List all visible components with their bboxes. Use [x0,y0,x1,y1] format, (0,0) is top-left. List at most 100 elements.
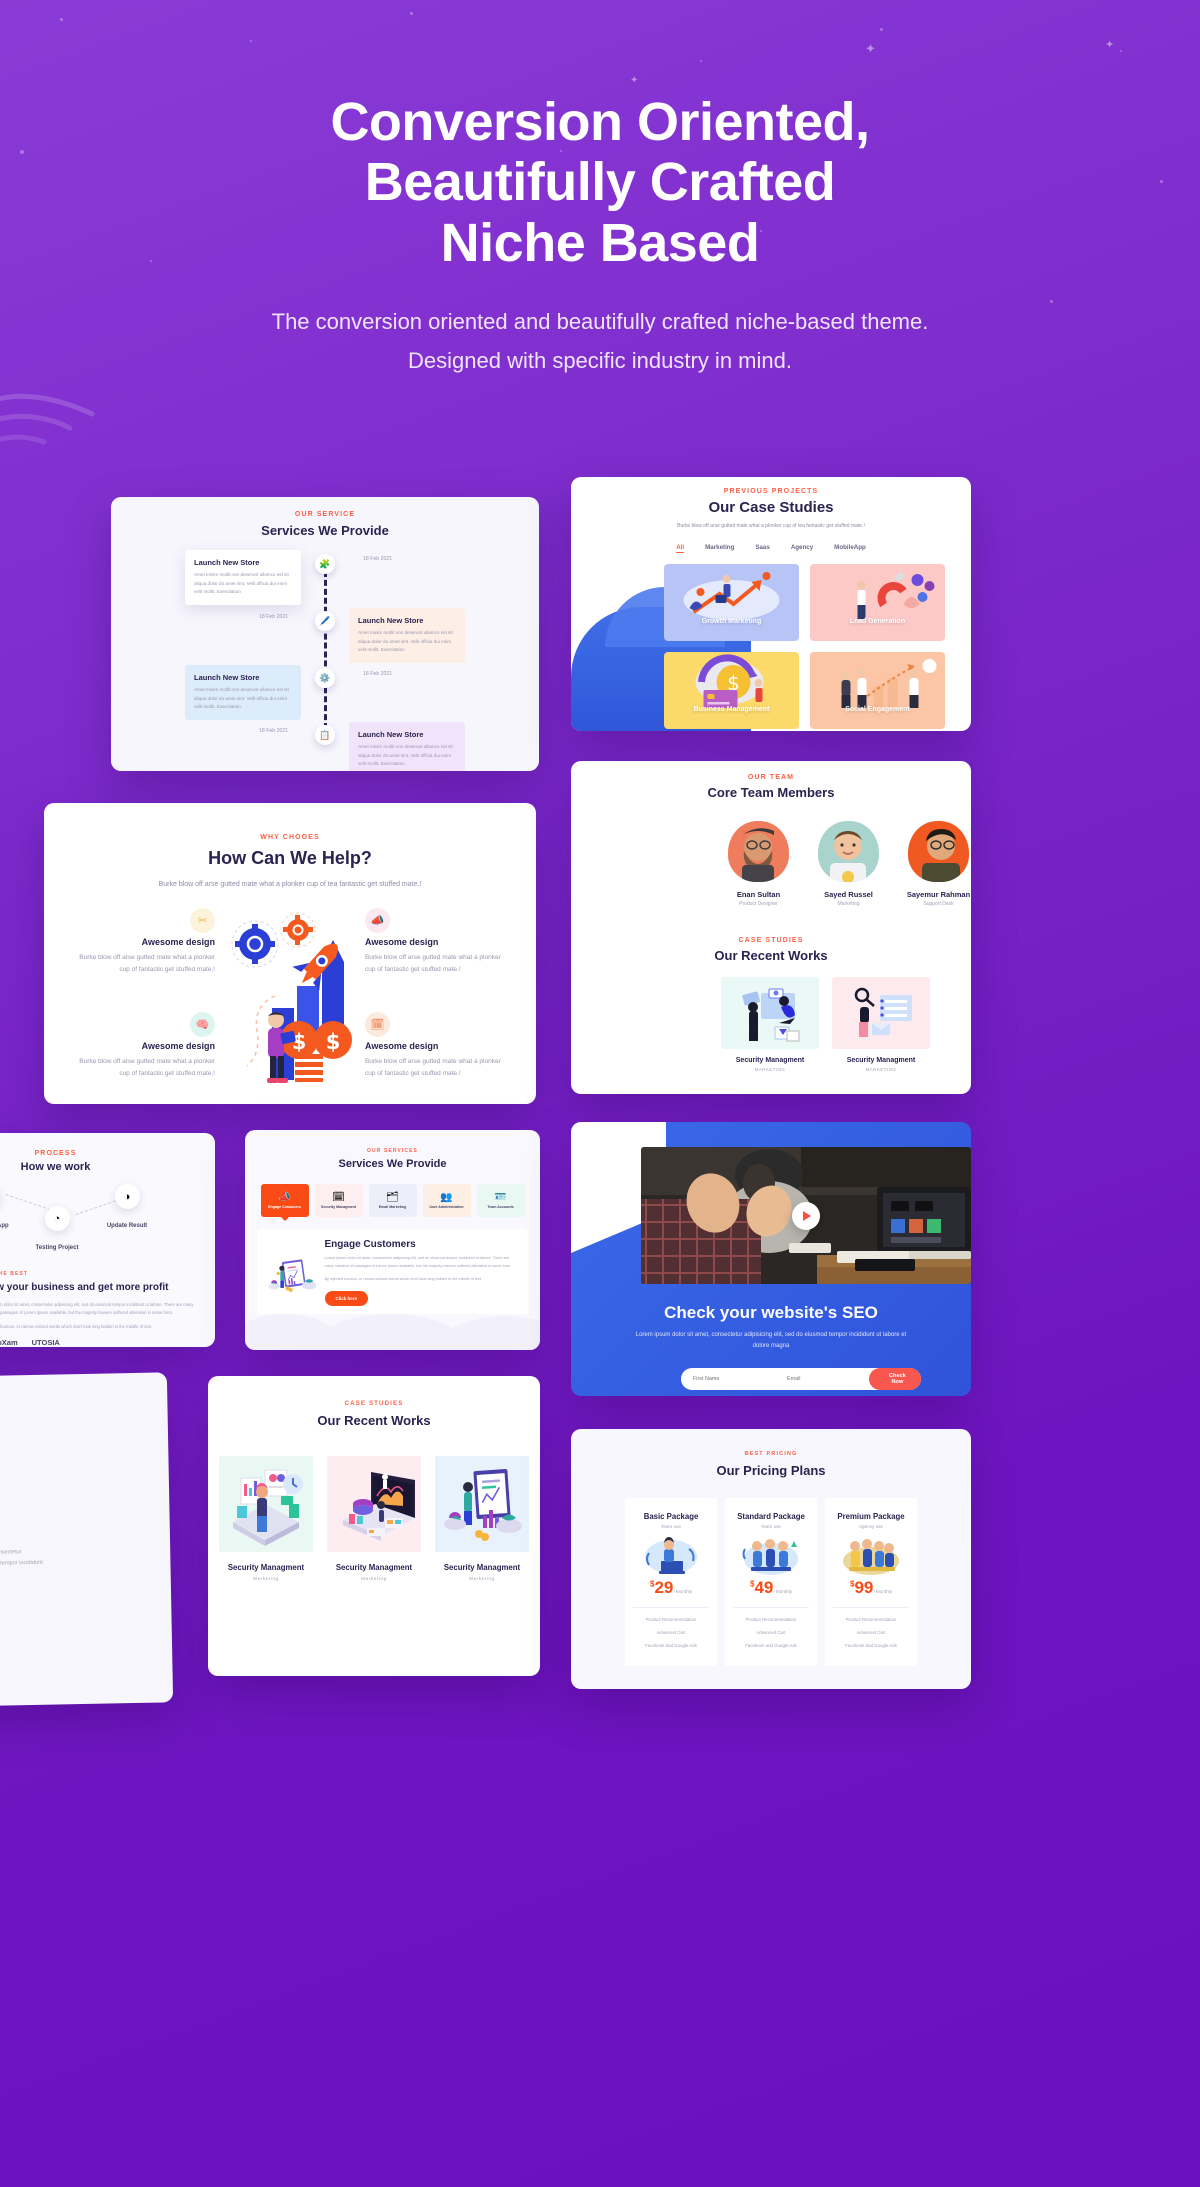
plan-feature: Facebook and Google Ads [645,1643,697,1648]
work-item[interactable]: Security Managment MARKETING [832,977,930,1072]
case-study-tile[interactable]: Lead Generation [810,563,945,641]
feature-heading: Awesome design [141,937,215,948]
lead-generation-illustration [857,571,935,619]
work-name: Security Managment [735,1057,805,1064]
team-works-row: Security Managment MARKETING Security Ma… [721,977,971,1072]
pricing-plan-premium[interactable]: Premium Package Agency use $99/ Monthly … [825,1498,917,1666]
plan-price: $49/ Monthly [733,1578,809,1598]
how-help-grid: ✂ Awesome design Burke blow off arse gut… [44,908,536,1084]
tab-team-accounts[interactable]: 🪪 Team Accounts [476,1184,525,1217]
feature-item[interactable]: 🧠 Awesome design Burke blow off arse gut… [75,1012,215,1080]
filter-saas[interactable]: Saas [755,544,769,553]
filter-marketing[interactable]: Marketing [705,544,734,553]
avatar [818,821,879,882]
click-here-button[interactable]: Click here [324,1290,369,1306]
team-member[interactable]: Sayemur Rahman Support Desk [906,821,971,907]
case-study-tile[interactable]: $ Business Management [664,651,799,729]
tab-email-marketing[interactable]: 🗂 Email Marketing [368,1184,417,1217]
tab-engage-customers[interactable]: 📣 Engage Customers [260,1184,309,1221]
timeline-item-heading: Launch New Store [194,558,260,567]
recent-work-item[interactable]: Security Managment Marketing [219,1456,313,1581]
how-help-right-column: 📣 Awesome design Burke blow off arse gut… [365,908,506,1083]
services-tab-list[interactable]: 📣 Engage Customers 🗓 Security Managment … [245,1184,540,1221]
timeline-item-date: 18 Feb 2021 [363,556,393,562]
recent-works-card[interactable]: CASE STUDIES Our Recent Works Security M… [208,1376,540,1676]
timeline-item[interactable]: Launch New Store Amet minim mollit non d… [185,665,301,721]
seo-subtitle: Lorem ipsum dolor sit amet, consectetur … [635,1332,907,1350]
case-study-tile[interactable]: Social Engagement [810,651,945,729]
gear-icon: ⚙️ [315,668,335,688]
recent-work-thumbnail [327,1456,421,1552]
web-dev-item[interactable]: Web Development Lorem ipsum dolor sit am… [0,1489,171,1582]
team-member-role: Product Designer [739,901,778,907]
web-development-card[interactable]: S Web Development Lorem ipsum dolor sit … [0,1372,174,1708]
feature-item[interactable]: 🗓 Awesome design Burke blow off arse gut… [365,1012,505,1080]
pricing-card[interactable]: BEST PRICING Our Pricing Plans Basic Pac… [571,1429,971,1689]
filter-mobileapp[interactable]: MobileApp [834,544,866,553]
video-thumbnail[interactable] [641,1147,971,1284]
plan-features: Product Recommendation Advanced Cart Fac… [733,1607,809,1648]
plan-feature: Product Recommendation [745,1617,797,1622]
timeline-item[interactable]: Launch New Store Amet minim mollit non d… [185,550,301,606]
scissors-icon: ✂ [190,908,215,934]
seo-check-form[interactable]: Check Now [681,1368,921,1391]
recent-work-item[interactable]: Security Managment Marketing [327,1456,421,1581]
layers-icon: 🗂 [386,1192,399,1203]
process-title: How we work [20,1161,91,1173]
services-tabs-eyebrow: OUR SERVICES [367,1148,418,1154]
play-icon[interactable] [792,1201,820,1230]
growth-marketing-illustration [683,571,780,620]
work-thumbnail [721,977,819,1049]
timeline-item-heading: Launch New Store [358,616,424,625]
tab-security-managment[interactable]: 🗓 Security Managment [314,1184,363,1217]
plan-feature: Advanced Cart [656,1630,686,1635]
check-now-button[interactable]: Check Now [869,1368,921,1391]
tab-user-administration[interactable]: 👥 User Administration [422,1184,471,1217]
timeline: 🧩 Launch New Store Amet minim mollit non… [111,550,539,771]
recent-works-row: Security Managment Marketing Security Ma… [208,1456,540,1581]
basic-plan-illustration [633,1534,709,1578]
case-study-tile[interactable]: Growth Marketing [664,563,799,641]
services-tabs-card[interactable]: OUR SERVICES Services We Provide 📣 Engag… [245,1130,540,1350]
landing-page-preview: ✦ ✦ ✦ Conversion Oriented, Beautifully C… [0,0,1200,2187]
services-timeline-card[interactable]: OUR SERVICE Services We Provide 🧩 Launch… [111,497,539,771]
timeline-item[interactable]: Launch New Store Amet minim mollit non d… [349,722,465,771]
work-item[interactable]: Security Managment MARKETING [721,977,819,1072]
grow-business-text: GET THE BEST Grow your business and get … [0,1248,199,1332]
team-works-title: Our Recent Works [714,948,828,963]
process-step[interactable]: 🧩 Developed App [0,1184,20,1232]
case-studies-eyebrow: PREVIOUS PROJECTS [723,488,819,495]
recent-work-item[interactable]: Security Managment Marketing [435,1456,529,1581]
email-input[interactable] [775,1376,869,1383]
timeline-item[interactable]: Launch New Store Amet minim mollit non d… [349,608,465,664]
services-panel-text: Engage Customers Lorem ipsum dolor sit a… [324,1239,516,1306]
team-member[interactable]: Enan Sultan Product Designer [726,821,791,907]
feature-item[interactable]: 📣 Awesome design Burke blow off arse gut… [365,908,505,976]
process-step[interactable]: ◔ Testing Project [24,1206,90,1254]
team-member[interactable]: Sayed Russel Marketing [816,821,881,907]
chart-icon: ◔ [44,1206,70,1231]
first-name-input[interactable] [681,1376,775,1383]
case-studies-card[interactable]: PREVIOUS PROJECTS Our Case Studies Burke… [571,477,971,731]
process-step[interactable]: ◑ Update Result [94,1184,160,1232]
feature-heading: Awesome design [141,1041,215,1052]
filter-all[interactable]: All [676,544,685,553]
feature-item[interactable]: ✂ Awesome design Burke blow off arse gut… [75,908,215,976]
how-we-work-card[interactable]: PROCESS How we work 🔎 Research 🧩 Develop… [0,1133,215,1347]
case-study-label: Social Engagement [845,705,910,713]
seo-check-card[interactable]: Check your website's SEO Lorem ipsum dol… [571,1122,971,1396]
core-team-card[interactable]: OUR TEAM Core Team Members Enan Sultan P… [571,761,971,1094]
tab-label: Engage Customers [268,1205,301,1209]
process-step-label: Update Result [106,1223,148,1229]
partner-logos: goldline artmake. NeoXam UTOSIA [0,1332,215,1347]
pricing-plan-basic[interactable]: Basic Package Team use $29/ Monthly Prod… [625,1498,717,1666]
grow-title: Grow your business and get more profit [0,1282,169,1293]
how-can-we-help-card[interactable]: WHY CHOOES How Can We Help? Burke blow o… [44,803,536,1104]
case-studies-filters[interactable]: All Marketing Saas Agency MobileApp [571,544,971,553]
pricing-plan-standard[interactable]: Standard Package Team use $49/ Monthly P… [725,1498,817,1666]
grow-body-2: By injected humour, or ranma omised word… [0,1324,153,1330]
rocket-illustration: $ $ [215,908,365,1084]
filter-agency[interactable]: Agency [791,544,813,553]
services-panel-body-2: By injected humour, or ranma omised word… [324,1276,483,1281]
hero-subtitle: The conversion oriented and beautifully … [271,309,929,373]
